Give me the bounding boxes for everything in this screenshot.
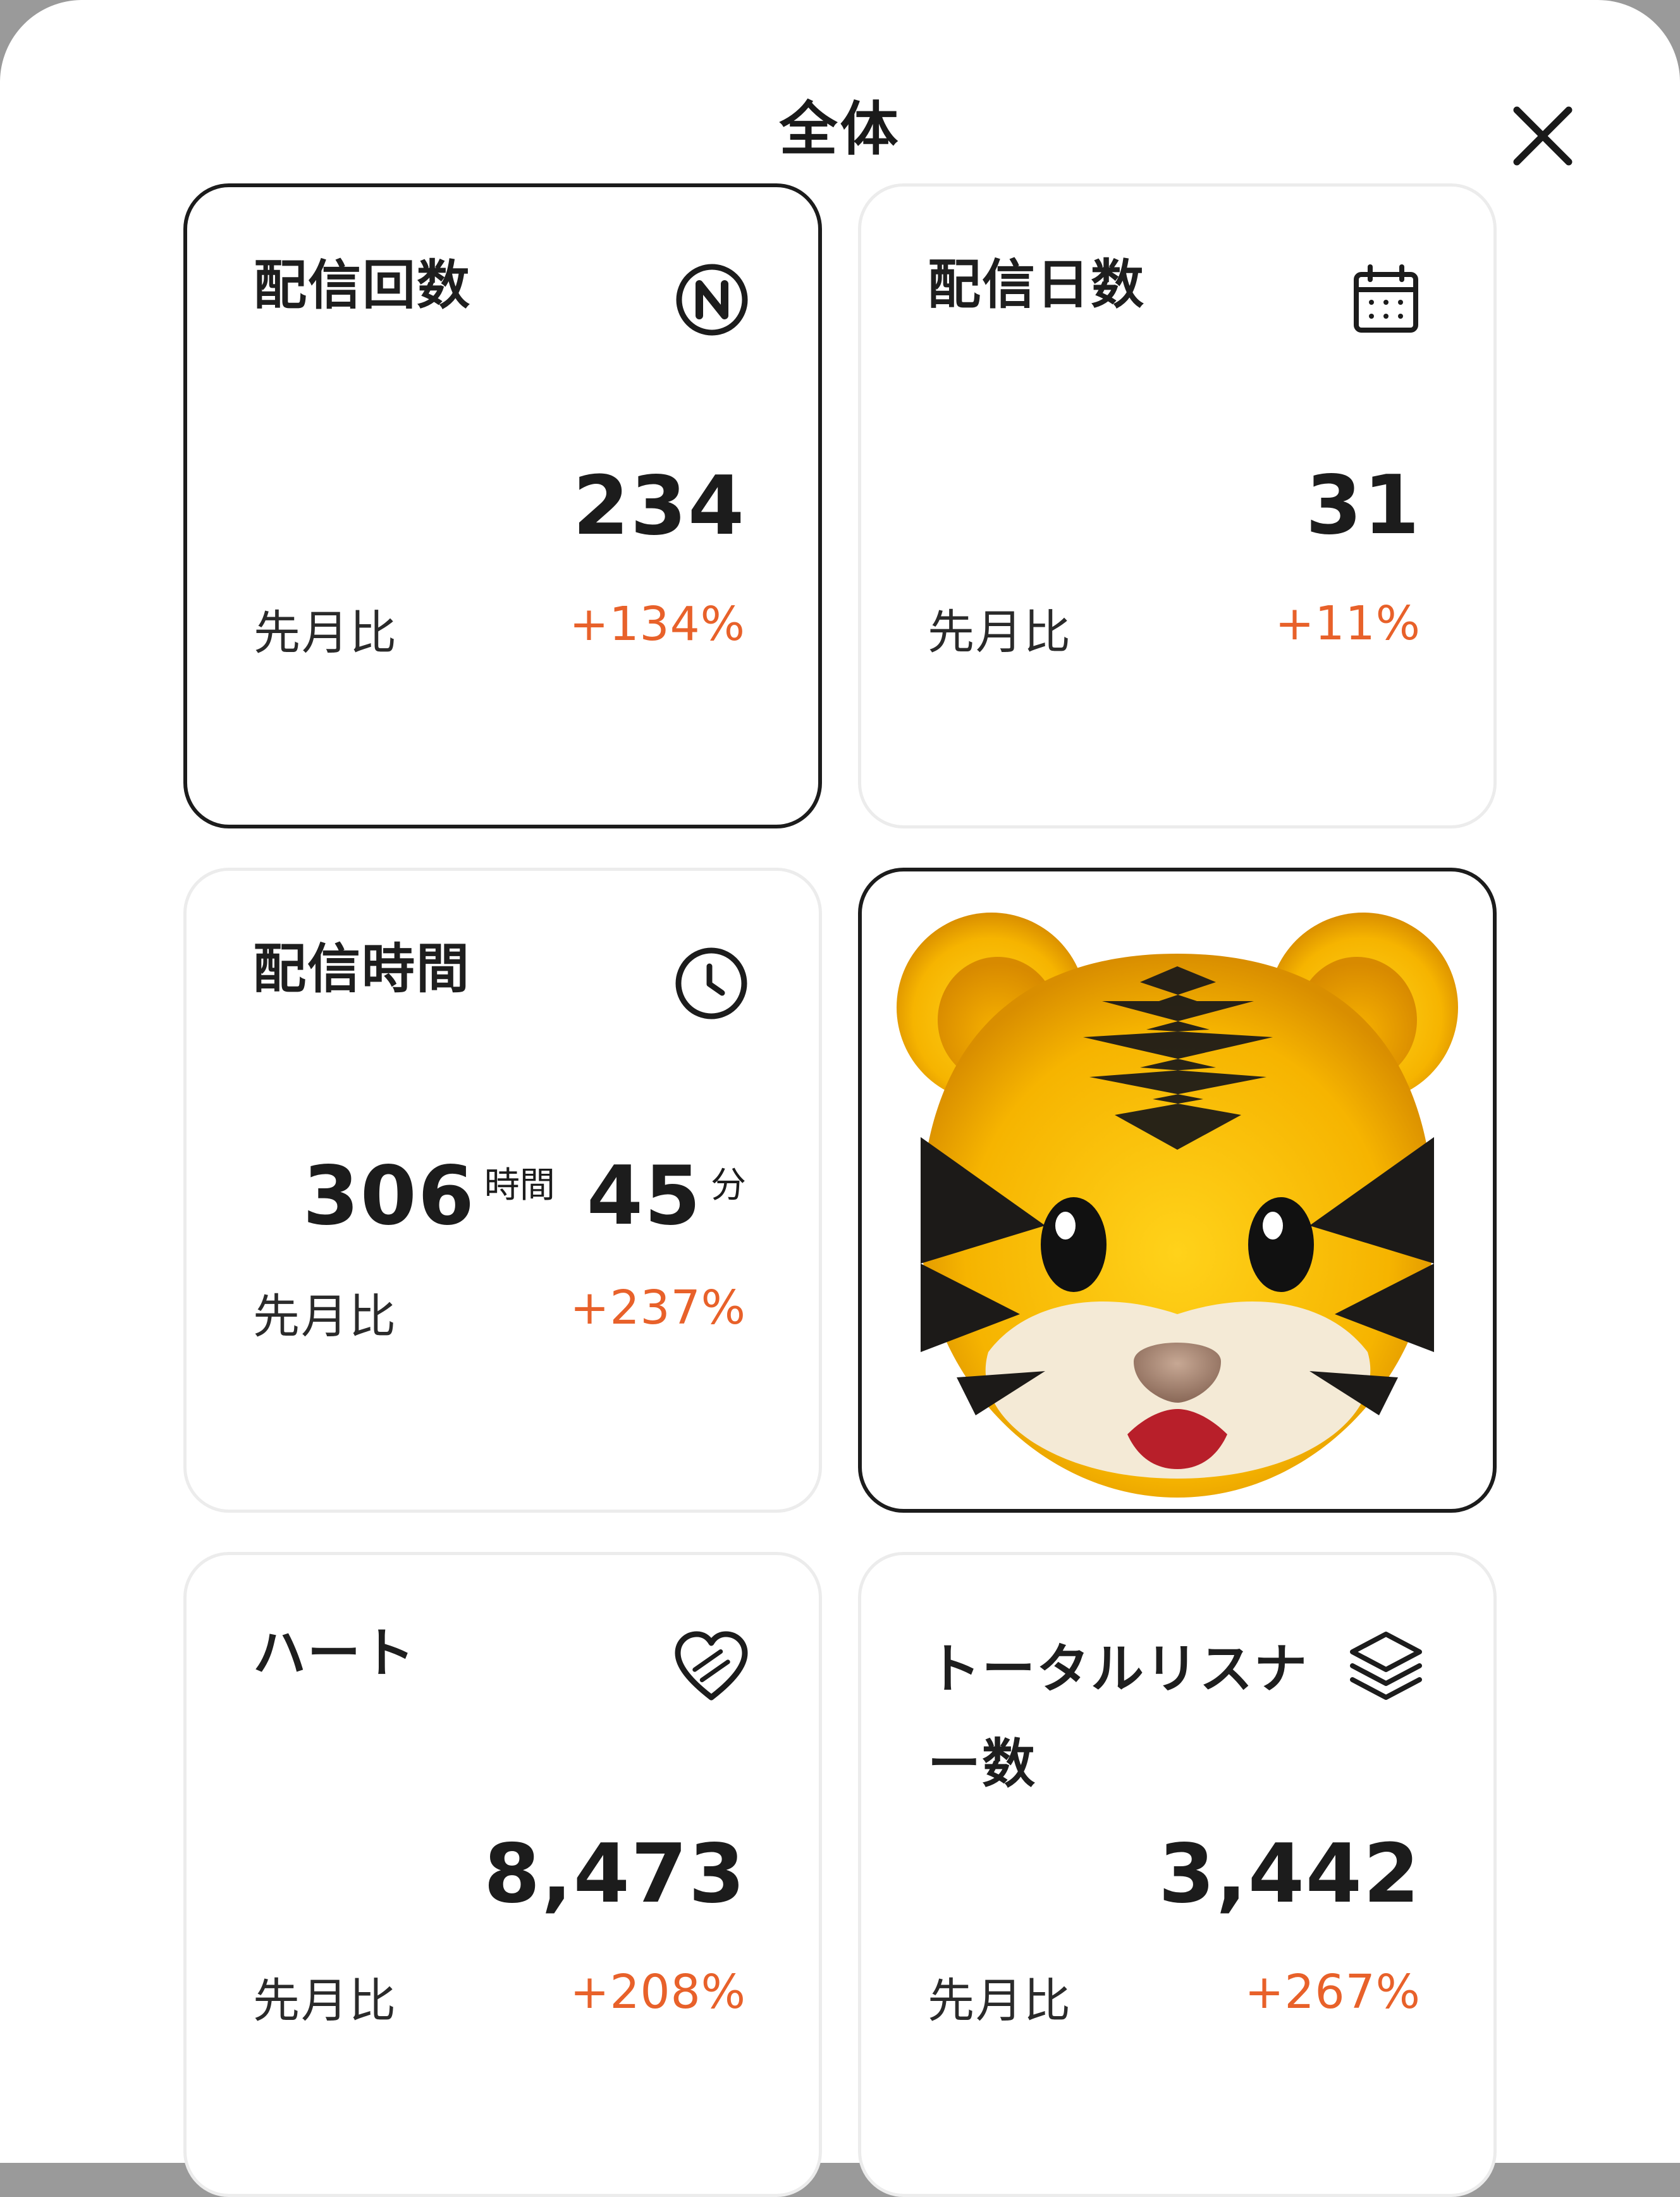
stat-card-total-listeners[interactable]: トータルリスナー数 3,442 先月比 +267% [858,1552,1497,2197]
minutes-value: 45 [586,1149,702,1243]
compare-label: 先月比 [253,1289,397,1344]
n-circle-icon [671,259,753,341]
time-value: 306 時間 45 分 [303,1149,746,1243]
compare-label: 先月比 [928,1974,1072,2028]
hours-unit: 時間 [484,1165,555,1206]
close-icon [1513,106,1573,166]
stat-card-hearts[interactable]: ハート 8,473 先月比 +208% [183,1552,822,2197]
card-title: トータルリスナー数 [928,1638,1309,1795]
compare-label: 先月比 [254,606,398,660]
compare-value: +237% [570,1281,746,1335]
compare-label: 先月比 [253,1974,397,2028]
card-title: 配信回数 [254,254,472,316]
tiger-emoji-card[interactable] [858,868,1497,1513]
page-title: 全体 [779,95,901,163]
hours-value: 306 [302,1149,475,1243]
stat-card-broadcast-time[interactable]: 配信時間 306 時間 45 分 先月比 +237% [183,868,822,1513]
stat-value: 31 [1305,458,1421,553]
stat-card-broadcast-days[interactable]: 配信日数 31 先月比 +11% [858,183,1497,828]
card-title: 配信時間 [253,938,471,1000]
minutes-unit: 分 [711,1165,746,1206]
stat-value: 3,442 [1158,1827,1421,1921]
heart-icon [670,1627,752,1709]
compare-value: +208% [570,1965,746,2019]
clock-icon [670,942,752,1025]
layers-icon [1345,1627,1427,1709]
card-title: 配信日数 [928,254,1146,316]
calendar-icon [1345,258,1427,340]
compare-label: 先月比 [928,605,1072,660]
tiger-face-image [897,913,1458,1498]
stat-card-broadcast-count[interactable]: 配信回数 234 先月比 +134% [183,183,822,828]
stats-sheet: 全体 配信回数 234 先月比 +134% 配信日数 31 先月比 +11% 配… [0,0,1680,2197]
stat-value: 8,473 [484,1827,746,1921]
compare-value: +134% [569,597,745,651]
compare-value: +267% [1244,1965,1421,2019]
card-title: ハート [253,1622,417,1684]
compare-value: +11% [1275,596,1421,651]
stat-value: 234 [572,459,745,553]
close-button[interactable] [1508,101,1578,171]
